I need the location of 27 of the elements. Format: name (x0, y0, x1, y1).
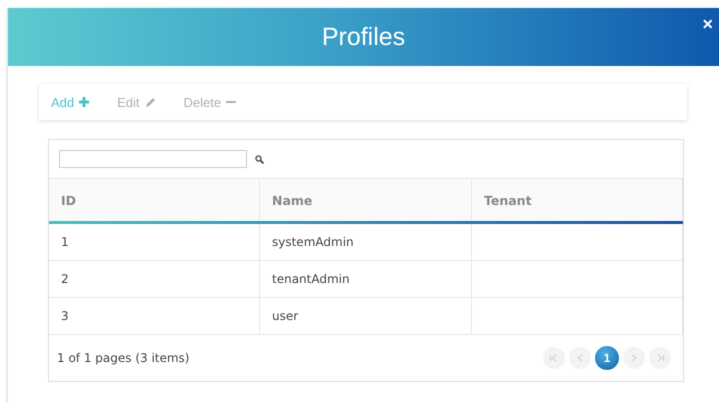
table-cell: 3 (49, 298, 260, 335)
chevron-right-icon (630, 354, 638, 362)
last-page-icon (656, 354, 664, 362)
add-button[interactable]: Add (51, 94, 90, 110)
first-page-icon (550, 354, 558, 362)
search-field[interactable] (59, 150, 247, 168)
table-cell: tenantAdmin (260, 261, 472, 298)
chevron-left-icon (576, 354, 584, 362)
table-cell: systemAdmin (260, 224, 472, 261)
column-header[interactable]: Tenant (472, 179, 683, 221)
previous-page-button[interactable] (569, 347, 591, 369)
table-cell: 1 (49, 224, 260, 261)
last-page-button[interactable] (649, 347, 671, 369)
window-title: Profiles (322, 22, 406, 52)
minus-icon (226, 100, 236, 104)
next-page-button[interactable] (623, 347, 645, 369)
table-cell: user (260, 298, 472, 335)
close-button[interactable]: × (700, 14, 715, 35)
page-button[interactable]: 1 (595, 346, 619, 370)
column-header[interactable]: ID (49, 179, 260, 221)
pencil-icon (144, 96, 156, 108)
column-header[interactable]: Name (260, 179, 472, 221)
plus-icon (79, 97, 90, 107)
first-page-button[interactable] (543, 347, 565, 369)
pager-info: 1 of 1 pages (3 items) (57, 351, 190, 365)
search-icon (255, 154, 264, 164)
table-cell: 2 (49, 261, 260, 298)
